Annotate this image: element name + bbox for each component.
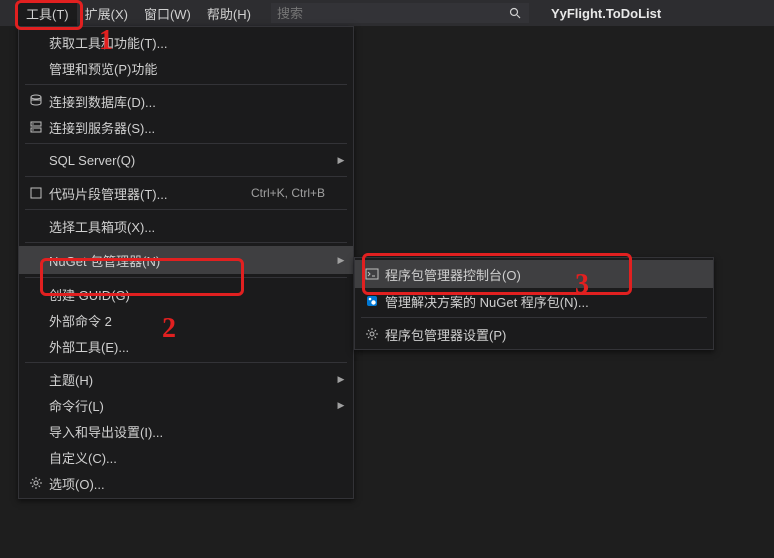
- mi-snippet-mgr-label: 代码片段管理器(T)...: [49, 184, 251, 203]
- menu-window-label: 窗口(W): [144, 4, 191, 23]
- mi-options[interactable]: 选项(O)...: [19, 470, 353, 496]
- mi-pm-settings-label: 程序包管理器设置(P): [385, 325, 707, 344]
- mi-manage-pkgs-label: 管理解决方案的 NuGet 程序包(N)...: [385, 292, 707, 311]
- mi-pm-console-label: 程序包管理器控制台(O): [385, 265, 707, 284]
- menu-extensions-label: 扩展(X): [85, 4, 128, 23]
- mi-ext-tools[interactable]: 外部工具(E)...: [19, 333, 353, 359]
- mi-choose-toolbox[interactable]: 选择工具箱项(X)...: [19, 213, 353, 239]
- menubar-spacer: [0, 0, 18, 26]
- database-icon: [23, 94, 49, 108]
- mi-sql-server[interactable]: SQL Server(Q) ▶: [19, 147, 353, 173]
- search-button[interactable]: [501, 3, 529, 23]
- mi-pm-console[interactable]: 程序包管理器控制台(O): [355, 260, 713, 288]
- separator: [25, 143, 347, 144]
- separator: [25, 277, 347, 278]
- menu-tools[interactable]: 工具(T): [18, 0, 77, 26]
- gear-icon: [23, 476, 49, 490]
- menu-tools-label: 工具(T): [26, 4, 69, 23]
- mi-get-tools[interactable]: 获取工具和功能(T)...: [19, 29, 353, 55]
- mi-manage-preview-label: 管理和预览(P)功能: [49, 59, 335, 78]
- mi-ext-tools-label: 外部工具(E)...: [49, 337, 335, 356]
- mi-create-guid[interactable]: 创建 GUID(G): [19, 281, 353, 307]
- mi-import-export-label: 导入和导出设置(I)...: [49, 422, 335, 441]
- mi-ext-cmd2-label: 外部命令 2: [49, 311, 335, 330]
- gear-icon: [359, 327, 385, 341]
- mi-pm-settings[interactable]: 程序包管理器设置(P): [355, 321, 713, 347]
- mi-customize[interactable]: 自定义(C)...: [19, 444, 353, 470]
- mi-cmdline-label: 命令行(L): [49, 396, 335, 415]
- chevron-right-icon: ▶: [335, 400, 347, 411]
- chevron-right-icon: ▶: [335, 255, 347, 266]
- mi-create-guid-label: 创建 GUID(G): [49, 285, 335, 304]
- menu-window[interactable]: 窗口(W): [136, 0, 199, 26]
- separator: [25, 176, 347, 177]
- console-icon: [359, 267, 385, 281]
- mi-snippet-mgr[interactable]: 代码片段管理器(T)... Ctrl+K, Ctrl+B: [19, 180, 353, 206]
- mi-cmdline[interactable]: 命令行(L) ▶: [19, 392, 353, 418]
- nuget-icon: [359, 294, 385, 308]
- mi-manage-preview[interactable]: 管理和预览(P)功能: [19, 55, 353, 81]
- separator: [361, 317, 707, 318]
- project-name: YyFlight.ToDoList: [551, 0, 661, 26]
- search-box: [271, 0, 529, 26]
- mi-manage-pkgs[interactable]: 管理解决方案的 NuGet 程序包(N)...: [355, 288, 713, 314]
- tools-dropdown: 获取工具和功能(T)... 管理和预览(P)功能 连接到数据库(D)... 连接…: [18, 26, 354, 499]
- mi-choose-toolbox-label: 选择工具箱项(X)...: [49, 217, 335, 236]
- mi-options-label: 选项(O)...: [49, 474, 335, 493]
- menu-extensions[interactable]: 扩展(X): [77, 0, 136, 26]
- mi-theme[interactable]: 主题(H) ▶: [19, 366, 353, 392]
- mi-sql-server-label: SQL Server(Q): [49, 153, 335, 168]
- separator: [25, 84, 347, 85]
- menu-help[interactable]: 帮助(H): [199, 0, 259, 26]
- mi-nuget-label: NuGet 包管理器(N): [49, 251, 335, 270]
- chevron-right-icon: ▶: [335, 374, 347, 385]
- menubar: 工具(T) 扩展(X) 窗口(W) 帮助(H) YyFlight.ToDoLis…: [0, 0, 774, 26]
- snippet-icon: [23, 186, 49, 200]
- mi-snippet-shortcut: Ctrl+K, Ctrl+B: [251, 186, 325, 200]
- mi-connect-server-label: 连接到服务器(S)...: [49, 118, 335, 137]
- server-icon: [23, 120, 49, 134]
- menu-help-label: 帮助(H): [207, 4, 251, 23]
- mi-customize-label: 自定义(C)...: [49, 448, 335, 467]
- mi-nuget[interactable]: NuGet 包管理器(N) ▶: [19, 246, 353, 274]
- mi-connect-db[interactable]: 连接到数据库(D)...: [19, 88, 353, 114]
- search-input[interactable]: [271, 3, 501, 23]
- mi-connect-server[interactable]: 连接到服务器(S)...: [19, 114, 353, 140]
- chevron-right-icon: ▶: [335, 155, 347, 166]
- nuget-submenu: 程序包管理器控制台(O) 管理解决方案的 NuGet 程序包(N)... 程序包…: [354, 257, 714, 350]
- separator: [25, 209, 347, 210]
- mi-connect-db-label: 连接到数据库(D)...: [49, 92, 335, 111]
- separator: [25, 362, 347, 363]
- separator: [25, 242, 347, 243]
- mi-ext-cmd2[interactable]: 外部命令 2: [19, 307, 353, 333]
- mi-import-export[interactable]: 导入和导出设置(I)...: [19, 418, 353, 444]
- mi-theme-label: 主题(H): [49, 370, 335, 389]
- mi-get-tools-label: 获取工具和功能(T)...: [49, 33, 335, 52]
- search-icon: [509, 7, 521, 19]
